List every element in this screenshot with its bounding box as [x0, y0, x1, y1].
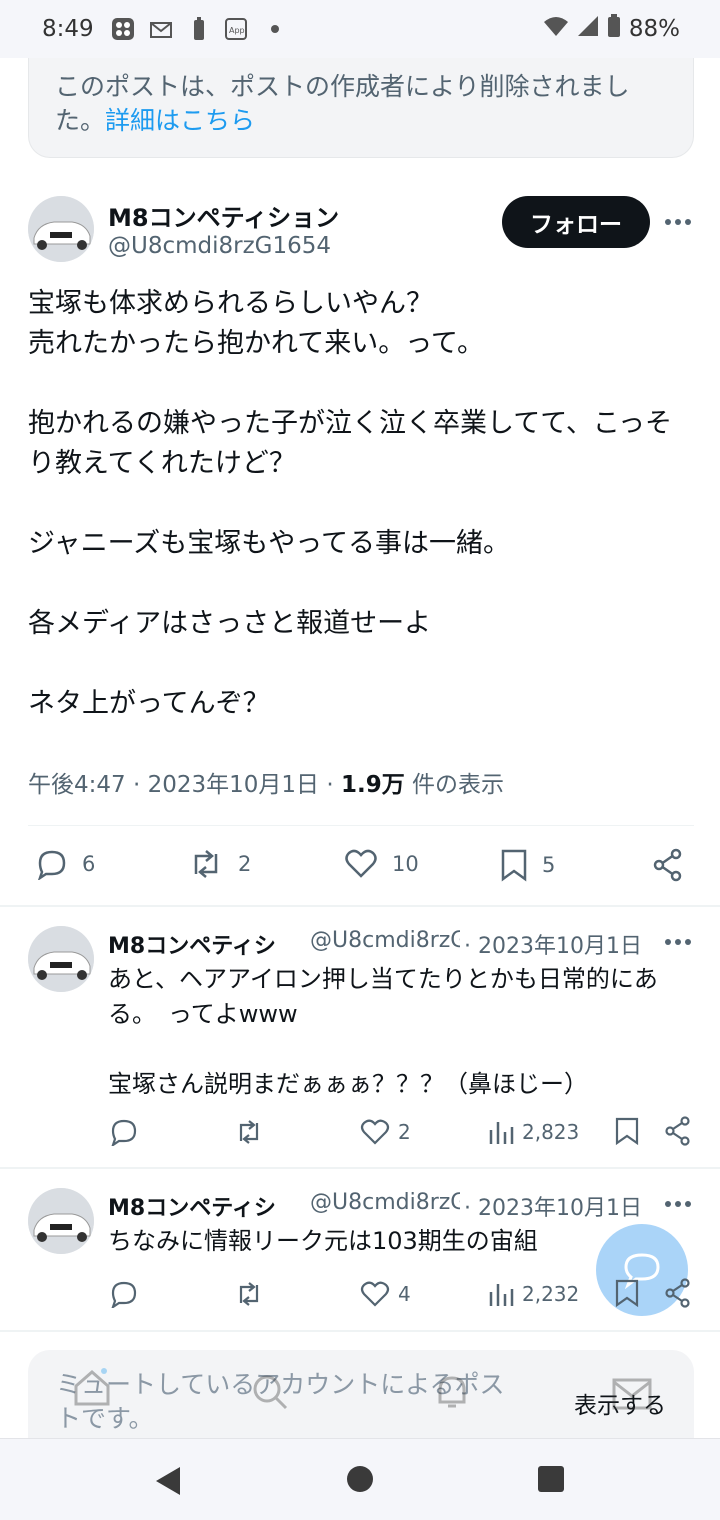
messages-icon[interactable]: [612, 1378, 652, 1414]
follow-button[interactable]: フォロー: [502, 196, 650, 248]
divider: [0, 1330, 720, 1332]
car-avatar-icon: [28, 1188, 94, 1254]
share-button[interactable]: [664, 1116, 692, 1146]
reply-author-name[interactable]: M8コンペティシ: [108, 928, 304, 960]
avatar[interactable]: [28, 926, 94, 992]
reply-author-handle[interactable]: @U8cmdi8rzG: [310, 928, 460, 953]
reply-button[interactable]: 6: [36, 848, 95, 880]
like-count: 2: [398, 1120, 411, 1144]
search-icon[interactable]: [250, 1372, 290, 1416]
system-navigation-bar: [0, 1438, 720, 1520]
home-icon[interactable]: [72, 1368, 112, 1412]
avatar[interactable]: [28, 196, 94, 262]
status-bar: 8:49 App 88%: [0, 0, 720, 58]
divider: [28, 825, 694, 826]
reply-icon: [38, 850, 66, 880]
bookmark-button[interactable]: [614, 1116, 640, 1146]
reply-button[interactable]: [110, 1118, 138, 1146]
like-button[interactable]: 4: [360, 1280, 411, 1308]
views-button[interactable]: 2,232: [488, 1280, 579, 1308]
app-badge-icon: App: [224, 16, 250, 42]
more-options-icon[interactable]: [660, 1192, 696, 1216]
more-options-icon[interactable]: [660, 930, 696, 954]
view-label: 件の表示: [404, 772, 505, 798]
bookmark-count: 5: [542, 853, 556, 877]
signal-icon: [577, 15, 599, 43]
like-button[interactable]: 2: [360, 1118, 411, 1146]
car-avatar-icon: [28, 196, 94, 262]
share-icon: [653, 848, 682, 882]
bookmark-icon: [501, 849, 527, 882]
analytics-icon: [489, 1122, 514, 1144]
post-time: 午後4:47 · 2023年10月1日 ·: [28, 772, 341, 798]
notifications-icon[interactable]: [432, 1372, 472, 1416]
heart-icon: [360, 1119, 390, 1145]
home-circle-icon[interactable]: [346, 1465, 374, 1497]
reply-date: · 2023年10月1日: [464, 934, 642, 959]
reply-button[interactable]: [110, 1280, 138, 1308]
battery-small-icon: [186, 16, 212, 42]
reply-icon: [111, 1119, 137, 1146]
divider: [0, 1167, 720, 1169]
reply-body: あと、ヘアアイロン押し当てたりとかも日常的にある。 ってよwww 宝塚さん説明ま…: [108, 965, 658, 1098]
author-handle[interactable]: @U8cmdi8rzG1654: [108, 233, 331, 259]
avatar[interactable]: [28, 1188, 94, 1254]
reply-count: 6: [82, 852, 96, 876]
notification-dot-icon: [262, 16, 288, 42]
like-count: 4: [398, 1282, 411, 1306]
repost-icon: [239, 1282, 259, 1306]
more-options-icon[interactable]: [660, 210, 696, 234]
bookmark-icon: [615, 1279, 639, 1308]
post-metadata: 午後4:47 · 2023年10月1日 · 1.9万 件の表示: [28, 765, 504, 799]
divider: [0, 905, 720, 907]
bookmark-button[interactable]: 5: [500, 848, 555, 882]
heart-icon: [345, 849, 377, 878]
reply-icon: [111, 1281, 137, 1308]
views-button[interactable]: 2,823: [488, 1118, 579, 1146]
svg-text:App: App: [229, 26, 245, 35]
battery-icon: [607, 14, 621, 44]
recents-icon[interactable]: [537, 1465, 565, 1497]
like-count: 10: [392, 852, 419, 876]
analytics-icon: [489, 1284, 514, 1306]
bookmark-icon: [615, 1117, 639, 1146]
like-button[interactable]: 10: [344, 848, 419, 880]
wifi-icon: [543, 15, 569, 43]
post-body: 宝塚も体求められるらしいやん？ 売れたかったら抱かれて来い。って。 抱かれるの嫌…: [28, 288, 672, 719]
heart-icon: [360, 1281, 390, 1307]
repost-icon: [239, 1120, 259, 1144]
author-name[interactable]: M8コンペティション: [108, 198, 339, 233]
share-icon: [665, 1278, 690, 1308]
view-count[interactable]: 1.9万: [341, 772, 405, 798]
views-count: 2,232: [522, 1282, 580, 1306]
share-icon: [665, 1116, 690, 1146]
battery-percent: 88%: [628, 16, 680, 42]
app-grid-icon: [110, 16, 136, 42]
reply-date: · 2023年10月1日: [464, 1196, 642, 1221]
car-avatar-icon: [28, 926, 94, 992]
deleted-post-notice: このポストは、ポストの作成者により削除されました。詳細はこちら: [28, 58, 694, 158]
views-count: 2,823: [522, 1120, 580, 1144]
reply-author-name[interactable]: M8コンペティシ: [108, 1190, 304, 1222]
repost-button[interactable]: [234, 1280, 264, 1308]
details-link[interactable]: 詳細はこちら: [105, 106, 255, 135]
repost-count: 2: [238, 852, 252, 876]
share-button[interactable]: [664, 1278, 692, 1308]
back-icon[interactable]: [154, 1465, 182, 1501]
mail-icon: [148, 16, 174, 42]
bookmark-button[interactable]: [614, 1278, 640, 1308]
share-button[interactable]: [652, 848, 684, 882]
status-time: 8:49: [42, 16, 94, 42]
repost-icon: [194, 850, 218, 878]
repost-button[interactable]: [234, 1118, 264, 1146]
repost-button[interactable]: 2: [188, 848, 251, 880]
reply-author-handle[interactable]: @U8cmdi8rzG: [310, 1190, 460, 1215]
